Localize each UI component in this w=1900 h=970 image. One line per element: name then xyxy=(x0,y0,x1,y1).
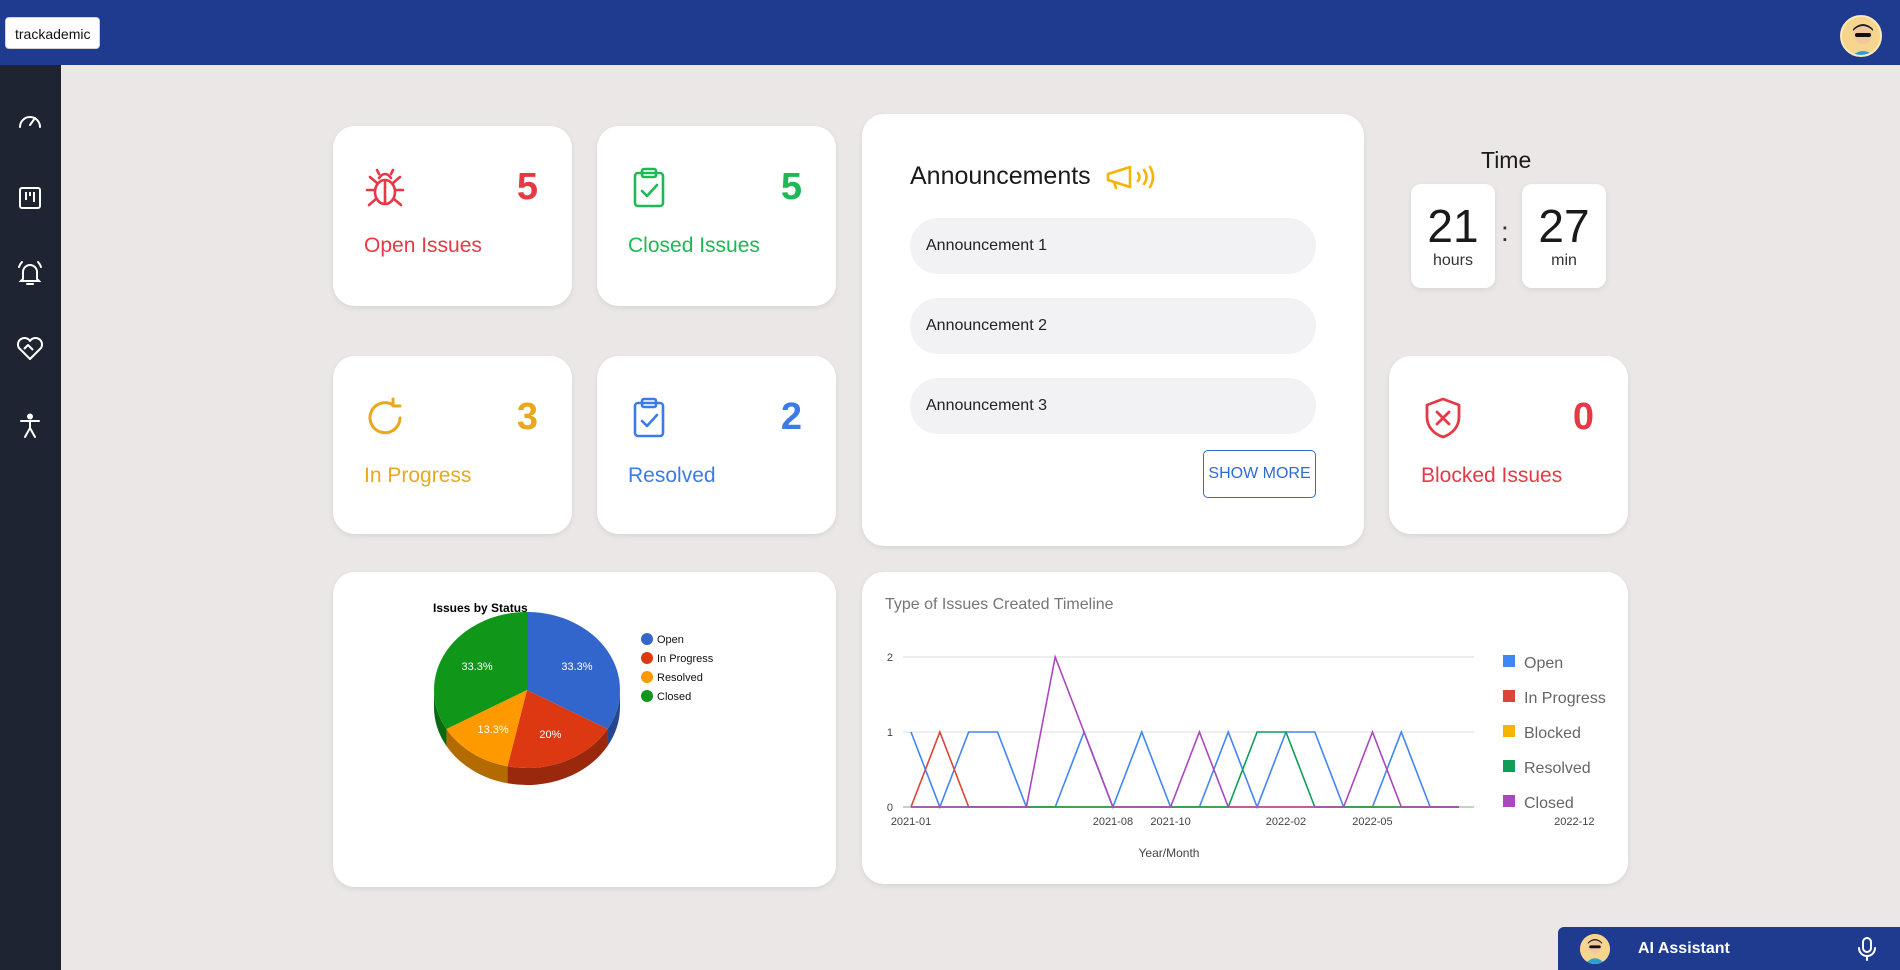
x-tick-label: 2021-01 xyxy=(891,816,931,828)
ai-assistant-label: AI Assistant xyxy=(1638,940,1730,957)
announcement-item[interactable]: Announcement 3 xyxy=(910,378,1316,434)
line-chart-title: Type of Issues Created Timeline xyxy=(885,596,1114,613)
in-progress-count: 3 xyxy=(516,396,538,438)
clipboard-check-icon xyxy=(627,166,671,210)
clipboard-check-icon xyxy=(627,396,671,440)
pie-slice-label: 13.3% xyxy=(477,724,508,736)
y-tick-label: 2 xyxy=(887,652,893,664)
legend-swatch xyxy=(1503,690,1515,702)
brand-logo[interactable]: trackademic xyxy=(5,17,101,49)
accessibility-icon[interactable] xyxy=(15,411,45,441)
resolved-card[interactable]: 2 Resolved xyxy=(597,356,836,534)
bell-icon[interactable] xyxy=(15,258,45,288)
megaphone-icon xyxy=(1104,163,1164,193)
time-title: Time xyxy=(1481,147,1532,173)
legend-label: Blocked xyxy=(1524,725,1581,742)
legend-swatch xyxy=(1503,795,1515,807)
legend-label: In Progress xyxy=(657,653,714,665)
minutes-value: 27 xyxy=(1538,200,1590,252)
legend-swatch xyxy=(641,690,653,702)
assistant-avatar xyxy=(1580,934,1610,964)
in-progress-card[interactable]: 3 In Progress xyxy=(333,356,572,534)
x-tick-label: 2022-05 xyxy=(1352,816,1392,828)
resolved-label: Resolved xyxy=(628,464,716,487)
hours-label: hours xyxy=(1432,252,1474,269)
time-separator: : xyxy=(1501,216,1509,247)
pie-slice-label: 33.3% xyxy=(561,661,592,673)
minutes-box: 27 min xyxy=(1522,184,1606,288)
announcements-panel: Announcements Announcement 1 Announcemen… xyxy=(862,114,1364,546)
microphone-icon[interactable] xyxy=(1856,937,1878,961)
blocked-issues-count: 0 xyxy=(1572,396,1594,438)
in-progress-label: In Progress xyxy=(364,464,472,487)
blocked-issues-card[interactable]: 0 Blocked Issues xyxy=(1389,356,1628,534)
legend-swatch xyxy=(641,633,653,645)
y-tick-label: 1 xyxy=(887,727,893,739)
announcements-title: Announcements xyxy=(910,162,1091,190)
issues-timeline-card: Type of Issues Created Timeline 0 1 2 2021… xyxy=(862,572,1628,884)
legend-label: Resolved xyxy=(1524,760,1591,777)
legend-label: In Progress xyxy=(1524,690,1606,707)
refresh-icon xyxy=(363,396,407,440)
legend-label: Closed xyxy=(657,691,691,703)
legend-label: Open xyxy=(1524,655,1563,672)
legend-swatch xyxy=(641,671,653,683)
legend-swatch xyxy=(1503,725,1515,737)
announcement-item[interactable]: Announcement 1 xyxy=(910,218,1316,274)
pie-chart: Issues by Status 33.3%20%13.3%33.3% Open… xyxy=(433,601,714,785)
hours-box: 21 hours xyxy=(1411,184,1495,288)
open-issues-count: 5 xyxy=(516,166,538,208)
legend-label: Open xyxy=(657,634,684,646)
shield-x-icon xyxy=(1423,396,1467,440)
x-tick-label: 2022-02 xyxy=(1266,816,1306,828)
announcement-item[interactable]: Announcement 2 xyxy=(910,298,1316,354)
handshake-heart-icon[interactable] xyxy=(15,334,45,364)
y-tick-label: 0 xyxy=(887,802,893,814)
user-avatar[interactable] xyxy=(1840,15,1882,57)
open-issues-label: Open Issues xyxy=(364,234,482,257)
closed-issues-count: 5 xyxy=(780,166,802,208)
dashboard-gauge-icon[interactable] xyxy=(15,107,45,137)
bug-icon xyxy=(363,166,407,210)
legend-label: Closed xyxy=(1524,795,1574,812)
legend-swatch xyxy=(1503,655,1515,667)
closed-issues-label: Closed Issues xyxy=(628,234,760,257)
blocked-issues-label: Blocked Issues xyxy=(1421,464,1563,487)
legend-swatch xyxy=(641,652,653,664)
x-tick-label: 2021-10 xyxy=(1150,816,1190,828)
sidebar xyxy=(0,65,61,970)
pie-slice-label: 33.3% xyxy=(461,661,492,673)
x-tick-label: 2022-12 xyxy=(1554,816,1594,828)
x-axis-label: Year/Month xyxy=(1139,846,1200,860)
issues-by-status-card: Issues by Status 33.3% 20% 13.3% 33.3% Open… xyxy=(333,572,836,887)
minutes-label: min xyxy=(1551,252,1577,269)
legend-swatch xyxy=(1503,760,1515,772)
show-more-button[interactable]: SHOW MORE xyxy=(1203,450,1316,498)
x-tick-label: 2021-08 xyxy=(1093,816,1133,828)
hours-value: 21 xyxy=(1427,200,1479,252)
kanban-board-icon[interactable] xyxy=(15,183,45,213)
resolved-count: 2 xyxy=(780,396,802,438)
open-issues-card[interactable]: 5 Open Issues xyxy=(333,126,572,306)
ai-assistant-bar[interactable]: AI Assistant xyxy=(1558,927,1900,970)
top-bar: trackademic xyxy=(0,0,1900,65)
legend-label: Resolved xyxy=(657,672,703,684)
closed-issues-card[interactable]: 5 Closed Issues xyxy=(597,126,836,306)
line-chart: Type of Issues Created Timeline 0 1 2 2021… xyxy=(885,596,1606,860)
pie-slice-label: 20% xyxy=(539,729,561,741)
